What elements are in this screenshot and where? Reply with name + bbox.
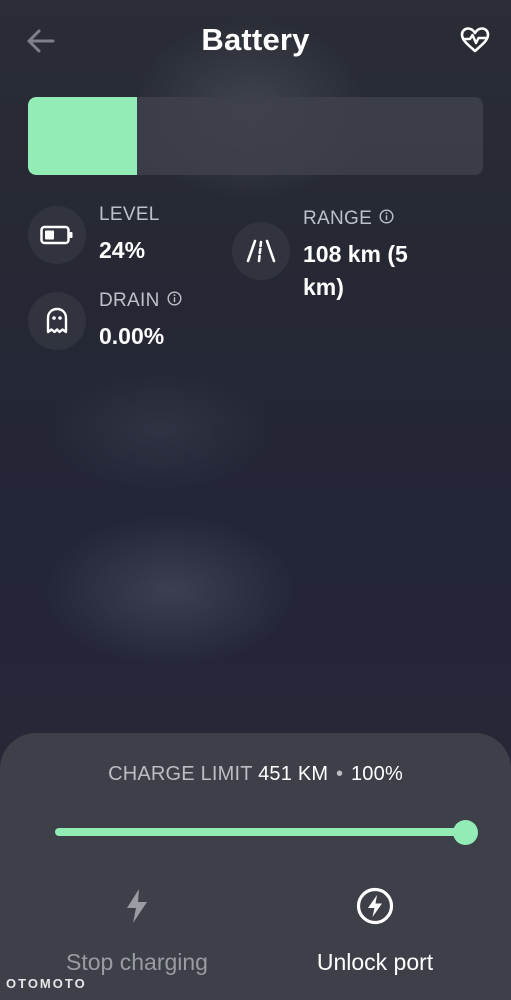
battery-health-button[interactable] [457, 22, 493, 58]
charge-limit-readout: CHARGE LIMIT 451 KM • 100% [0, 763, 511, 786]
info-icon [379, 209, 394, 224]
charge-limit-percent: 100% [350, 763, 403, 785]
stat-drain-label: DRAIN [99, 290, 182, 312]
stat-range-label: RANGE [303, 208, 453, 230]
stat-drain-text: DRAIN 0.00% [99, 290, 182, 353]
stat-drain-label-text: DRAIN [99, 290, 160, 311]
header: Battery [0, 0, 511, 84]
stat-level-value: 24% [99, 237, 146, 263]
charge-limit-km: 451 KM [258, 763, 329, 785]
slider-thumb[interactable] [453, 820, 478, 845]
unlock-port-icon-wrap [355, 883, 395, 929]
stat-drain-icon-wrap [28, 292, 86, 350]
info-icon [167, 291, 182, 306]
ghost-icon [46, 307, 68, 334]
drain-info-button[interactable] [167, 290, 182, 312]
charge-port-icon [356, 887, 394, 925]
stat-range-value: 108 km (5 km) [303, 241, 408, 300]
stat-range-text: RANGE 108 km (5 km) [303, 208, 453, 304]
stat-level-label-text: LEVEL [99, 204, 160, 225]
battery-icon [40, 225, 73, 245]
slider-fill [55, 828, 465, 836]
road-icon [246, 239, 276, 263]
heart-pulse-icon [460, 27, 490, 53]
charge-limit-label: CHARGE LIMIT [108, 763, 253, 785]
stat-range-label-text: RANGE [303, 208, 373, 229]
charge-limit-slider[interactable] [55, 820, 478, 845]
stat-drain: DRAIN 0.00% [28, 290, 182, 353]
charge-limit-separator: • [336, 763, 344, 785]
stop-charging-button[interactable]: Stop charging [37, 883, 237, 976]
stop-charging-icon-wrap [124, 883, 150, 929]
unlock-port-label: Unlock port [316, 949, 434, 975]
stat-range-icon-wrap [232, 222, 290, 280]
range-info-button[interactable] [379, 208, 394, 230]
battery-level-fill [28, 97, 138, 175]
unlock-port-button[interactable]: Unlock port [275, 883, 475, 976]
charging-panel: CHARGE LIMIT 451 KM • 100% Stop charging [0, 733, 511, 1000]
stop-charging-label: Stop charging [66, 949, 208, 975]
stat-drain-value: 0.00% [99, 323, 165, 349]
stat-range: RANGE 108 km (5 km) [232, 208, 453, 304]
stat-level: LEVEL 24% [28, 204, 160, 267]
battery-level-bar [28, 97, 483, 175]
page-title: Battery [201, 22, 310, 57]
stat-level-text: LEVEL 24% [99, 204, 160, 267]
stat-level-icon-wrap [28, 206, 86, 264]
stat-level-label: LEVEL [99, 204, 160, 226]
bolt-icon [127, 889, 147, 923]
watermark: OTOMOTO [6, 976, 87, 991]
